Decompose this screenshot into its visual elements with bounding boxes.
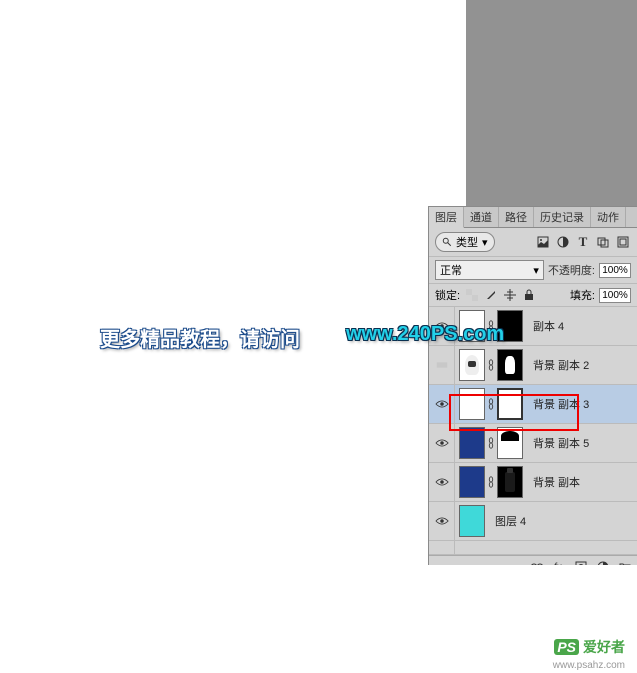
dropdown-icon: ▾ <box>533 264 539 277</box>
lock-transparency-icon[interactable] <box>464 287 480 303</box>
visibility-toggle[interactable] <box>429 502 455 540</box>
mask-thumbnail[interactable] <box>497 466 523 498</box>
layer-thumbnail[interactable] <box>459 349 485 381</box>
dropdown-icon: ▾ <box>482 236 488 249</box>
tab-channels[interactable]: 通道 <box>464 207 499 227</box>
layer-thumbnail[interactable] <box>459 505 485 537</box>
search-icon <box>442 237 452 247</box>
filter-label: 类型 <box>456 234 478 250</box>
opacity-label: 不透明度: <box>548 262 595 278</box>
visibility-toggle[interactable] <box>429 424 455 462</box>
panel-tabs: 图层 通道 路径 历史记录 动作 <box>429 207 637 228</box>
visibility-toggle[interactable] <box>429 463 455 501</box>
eye-icon <box>435 399 449 409</box>
filter-type-icon[interactable]: T <box>575 234 591 250</box>
layer-row[interactable]: 背景 副本 <box>429 463 637 502</box>
layer-thumbnail[interactable] <box>459 427 485 459</box>
layer-name[interactable]: 图层 4 <box>489 513 637 529</box>
link-icon <box>487 437 495 449</box>
empty-area[interactable] <box>429 541 637 555</box>
bottom-area: PS 爱好者 www.psahz.com <box>0 565 637 673</box>
eye-icon <box>435 516 449 526</box>
filter-image-icon[interactable] <box>535 234 551 250</box>
link-icon <box>487 398 495 410</box>
layer-row[interactable]: 背景 副本 5 <box>429 424 637 463</box>
layer-row[interactable]: 背景 副本 3 <box>429 385 637 424</box>
layer-name[interactable]: 背景 副本 3 <box>527 396 637 412</box>
layer-name[interactable]: 副本 4 <box>527 318 637 334</box>
filter-smartobject-icon[interactable] <box>615 234 631 250</box>
lock-all-icon[interactable] <box>521 287 537 303</box>
layers-panel: 图层 通道 路径 历史记录 动作 类型 ▾ T 正常 ▾ 不透明度: 100% … <box>428 206 637 579</box>
filter-adjustment-icon[interactable] <box>555 234 571 250</box>
lock-label: 锁定: <box>435 287 460 303</box>
blend-mode-select[interactable]: 正常 ▾ <box>435 260 544 280</box>
mask-thumbnail[interactable] <box>497 427 523 459</box>
layer-row[interactable]: 背景 副本 2 <box>429 346 637 385</box>
eye-hidden-icon <box>435 360 449 370</box>
watermark-text: 爱好者 <box>583 637 625 657</box>
lock-row: 锁定: 填充: 100% <box>429 284 637 307</box>
promo-text: 更多精品教程，请访问 <box>100 323 300 352</box>
mask-thumbnail[interactable] <box>497 388 523 420</box>
layer-name[interactable]: 背景 副本 2 <box>527 357 637 373</box>
eye-icon <box>435 438 449 448</box>
fill-label: 填充: <box>570 287 595 303</box>
fill-field[interactable]: 100% <box>599 288 631 303</box>
visibility-toggle[interactable] <box>429 385 455 423</box>
eye-icon <box>435 477 449 487</box>
site-watermark: PS 爱好者 <box>554 637 625 657</box>
filter-shape-icon[interactable] <box>595 234 611 250</box>
lock-position-icon[interactable] <box>502 287 518 303</box>
opacity-field[interactable]: 100% <box>599 263 631 278</box>
layer-row[interactable]: 图层 4 <box>429 502 637 541</box>
filter-row: 类型 ▾ T <box>429 228 637 257</box>
visibility-toggle[interactable] <box>429 346 455 384</box>
tab-actions[interactable]: 动作 <box>591 207 626 227</box>
ps-badge: PS <box>554 639 579 655</box>
canvas-area[interactable] <box>0 0 466 565</box>
blend-mode-value: 正常 <box>440 262 462 278</box>
link-icon <box>487 476 495 488</box>
tab-history[interactable]: 历史记录 <box>534 207 591 227</box>
tab-paths[interactable]: 路径 <box>499 207 534 227</box>
mask-thumbnail[interactable] <box>497 349 523 381</box>
blend-row: 正常 ▾ 不透明度: 100% <box>429 257 637 284</box>
tab-layers[interactable]: 图层 <box>429 207 464 228</box>
site-domain: www.psahz.com <box>553 660 625 671</box>
layer-name[interactable]: 背景 副本 <box>527 474 637 490</box>
promo-url: www.240PS.com <box>346 323 504 346</box>
layer-thumbnail[interactable] <box>459 466 485 498</box>
link-icon <box>487 359 495 371</box>
layer-filter-select[interactable]: 类型 ▾ <box>435 232 495 252</box>
lock-pixels-icon[interactable] <box>483 287 499 303</box>
layer-thumbnail[interactable] <box>459 388 485 420</box>
layer-name[interactable]: 背景 副本 5 <box>527 435 637 451</box>
